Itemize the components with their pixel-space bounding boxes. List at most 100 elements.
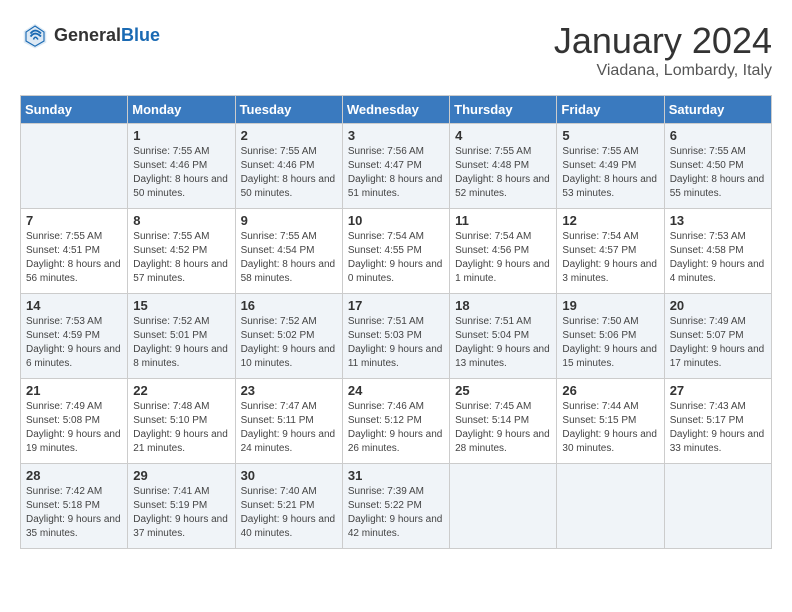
cell-week2-day5: 12 Sunrise: 7:54 AMSunset: 4:57 PMDaylig… (557, 209, 664, 294)
logo: GeneralBlue (20, 20, 160, 50)
day-number: 10 (348, 213, 444, 228)
day-number: 19 (562, 298, 658, 313)
day-number: 14 (26, 298, 122, 313)
day-number: 22 (133, 383, 229, 398)
day-info: Sunrise: 7:43 AMSunset: 5:17 PMDaylight:… (670, 401, 765, 454)
col-monday: Monday (128, 96, 235, 124)
cell-week5-day6 (664, 464, 771, 549)
day-number: 13 (670, 213, 766, 228)
day-info: Sunrise: 7:54 AMSunset: 4:57 PMDaylight:… (562, 231, 657, 284)
day-info: Sunrise: 7:47 AMSunset: 5:11 PMDaylight:… (241, 401, 336, 454)
day-info: Sunrise: 7:51 AMSunset: 5:04 PMDaylight:… (455, 316, 550, 369)
cell-week1-day3: 3 Sunrise: 7:56 AMSunset: 4:47 PMDayligh… (342, 124, 449, 209)
day-info: Sunrise: 7:53 AMSunset: 4:59 PMDaylight:… (26, 316, 121, 369)
day-info: Sunrise: 7:55 AMSunset: 4:48 PMDaylight:… (455, 146, 550, 199)
day-number: 6 (670, 128, 766, 143)
cell-week3-day6: 20 Sunrise: 7:49 AMSunset: 5:07 PMDaylig… (664, 294, 771, 379)
day-info: Sunrise: 7:55 AMSunset: 4:46 PMDaylight:… (241, 146, 336, 199)
col-thursday: Thursday (450, 96, 557, 124)
col-friday: Friday (557, 96, 664, 124)
day-number: 30 (241, 468, 337, 483)
cell-week4-day1: 22 Sunrise: 7:48 AMSunset: 5:10 PMDaylig… (128, 379, 235, 464)
cell-week1-day0 (21, 124, 128, 209)
cell-week1-day1: 1 Sunrise: 7:55 AMSunset: 4:46 PMDayligh… (128, 124, 235, 209)
day-number: 5 (562, 128, 658, 143)
day-number: 31 (348, 468, 444, 483)
day-info: Sunrise: 7:55 AMSunset: 4:50 PMDaylight:… (670, 146, 765, 199)
day-number: 12 (562, 213, 658, 228)
day-info: Sunrise: 7:49 AMSunset: 5:08 PMDaylight:… (26, 401, 121, 454)
logo-icon (20, 20, 50, 50)
cell-week3-day5: 19 Sunrise: 7:50 AMSunset: 5:06 PMDaylig… (557, 294, 664, 379)
month-title: January 2024 (554, 20, 772, 62)
cell-week5-day2: 30 Sunrise: 7:40 AMSunset: 5:21 PMDaylig… (235, 464, 342, 549)
col-wednesday: Wednesday (342, 96, 449, 124)
cell-week4-day0: 21 Sunrise: 7:49 AMSunset: 5:08 PMDaylig… (21, 379, 128, 464)
week-row-4: 21 Sunrise: 7:49 AMSunset: 5:08 PMDaylig… (21, 379, 772, 464)
col-tuesday: Tuesday (235, 96, 342, 124)
day-number: 3 (348, 128, 444, 143)
day-number: 25 (455, 383, 551, 398)
day-info: Sunrise: 7:40 AMSunset: 5:21 PMDaylight:… (241, 486, 336, 539)
cell-week5-day0: 28 Sunrise: 7:42 AMSunset: 5:18 PMDaylig… (21, 464, 128, 549)
day-info: Sunrise: 7:54 AMSunset: 4:55 PMDaylight:… (348, 231, 443, 284)
cell-week4-day4: 25 Sunrise: 7:45 AMSunset: 5:14 PMDaylig… (450, 379, 557, 464)
location-title: Viadana, Lombardy, Italy (554, 62, 772, 80)
day-info: Sunrise: 7:55 AMSunset: 4:49 PMDaylight:… (562, 146, 657, 199)
cell-week5-day5 (557, 464, 664, 549)
day-info: Sunrise: 7:56 AMSunset: 4:47 PMDaylight:… (348, 146, 443, 199)
day-number: 26 (562, 383, 658, 398)
cell-week2-day3: 10 Sunrise: 7:54 AMSunset: 4:55 PMDaylig… (342, 209, 449, 294)
cell-week1-day6: 6 Sunrise: 7:55 AMSunset: 4:50 PMDayligh… (664, 124, 771, 209)
week-row-2: 7 Sunrise: 7:55 AMSunset: 4:51 PMDayligh… (21, 209, 772, 294)
day-info: Sunrise: 7:52 AMSunset: 5:01 PMDaylight:… (133, 316, 228, 369)
day-number: 1 (133, 128, 229, 143)
day-number: 24 (348, 383, 444, 398)
week-row-3: 14 Sunrise: 7:53 AMSunset: 4:59 PMDaylig… (21, 294, 772, 379)
cell-week3-day3: 17 Sunrise: 7:51 AMSunset: 5:03 PMDaylig… (342, 294, 449, 379)
day-info: Sunrise: 7:45 AMSunset: 5:14 PMDaylight:… (455, 401, 550, 454)
day-number: 7 (26, 213, 122, 228)
day-number: 20 (670, 298, 766, 313)
cell-week5-day3: 31 Sunrise: 7:39 AMSunset: 5:22 PMDaylig… (342, 464, 449, 549)
cell-week1-day4: 4 Sunrise: 7:55 AMSunset: 4:48 PMDayligh… (450, 124, 557, 209)
day-number: 17 (348, 298, 444, 313)
day-number: 27 (670, 383, 766, 398)
header-row: Sunday Monday Tuesday Wednesday Thursday… (21, 96, 772, 124)
cell-week3-day2: 16 Sunrise: 7:52 AMSunset: 5:02 PMDaylig… (235, 294, 342, 379)
cell-week2-day0: 7 Sunrise: 7:55 AMSunset: 4:51 PMDayligh… (21, 209, 128, 294)
cell-week5-day1: 29 Sunrise: 7:41 AMSunset: 5:19 PMDaylig… (128, 464, 235, 549)
day-info: Sunrise: 7:55 AMSunset: 4:46 PMDaylight:… (133, 146, 228, 199)
day-info: Sunrise: 7:55 AMSunset: 4:51 PMDaylight:… (26, 231, 121, 284)
day-number: 21 (26, 383, 122, 398)
logo-text-general: General (54, 25, 121, 45)
day-number: 23 (241, 383, 337, 398)
day-info: Sunrise: 7:41 AMSunset: 5:19 PMDaylight:… (133, 486, 228, 539)
cell-week1-day2: 2 Sunrise: 7:55 AMSunset: 4:46 PMDayligh… (235, 124, 342, 209)
col-saturday: Saturday (664, 96, 771, 124)
cell-week2-day1: 8 Sunrise: 7:55 AMSunset: 4:52 PMDayligh… (128, 209, 235, 294)
cell-week3-day1: 15 Sunrise: 7:52 AMSunset: 5:01 PMDaylig… (128, 294, 235, 379)
cell-week2-day6: 13 Sunrise: 7:53 AMSunset: 4:58 PMDaylig… (664, 209, 771, 294)
day-number: 16 (241, 298, 337, 313)
day-number: 11 (455, 213, 551, 228)
cell-week3-day4: 18 Sunrise: 7:51 AMSunset: 5:04 PMDaylig… (450, 294, 557, 379)
day-number: 4 (455, 128, 551, 143)
calendar-table: Sunday Monday Tuesday Wednesday Thursday… (20, 95, 772, 549)
day-info: Sunrise: 7:53 AMSunset: 4:58 PMDaylight:… (670, 231, 765, 284)
page-header: GeneralBlue January 2024 Viadana, Lombar… (20, 20, 772, 80)
day-info: Sunrise: 7:55 AMSunset: 4:52 PMDaylight:… (133, 231, 228, 284)
day-info: Sunrise: 7:52 AMSunset: 5:02 PMDaylight:… (241, 316, 336, 369)
day-number: 28 (26, 468, 122, 483)
week-row-1: 1 Sunrise: 7:55 AMSunset: 4:46 PMDayligh… (21, 124, 772, 209)
day-info: Sunrise: 7:51 AMSunset: 5:03 PMDaylight:… (348, 316, 443, 369)
cell-week1-day5: 5 Sunrise: 7:55 AMSunset: 4:49 PMDayligh… (557, 124, 664, 209)
title-block: January 2024 Viadana, Lombardy, Italy (554, 20, 772, 80)
cell-week5-day4 (450, 464, 557, 549)
day-number: 9 (241, 213, 337, 228)
cell-week4-day2: 23 Sunrise: 7:47 AMSunset: 5:11 PMDaylig… (235, 379, 342, 464)
day-info: Sunrise: 7:39 AMSunset: 5:22 PMDaylight:… (348, 486, 443, 539)
day-info: Sunrise: 7:48 AMSunset: 5:10 PMDaylight:… (133, 401, 228, 454)
day-info: Sunrise: 7:55 AMSunset: 4:54 PMDaylight:… (241, 231, 336, 284)
day-number: 29 (133, 468, 229, 483)
